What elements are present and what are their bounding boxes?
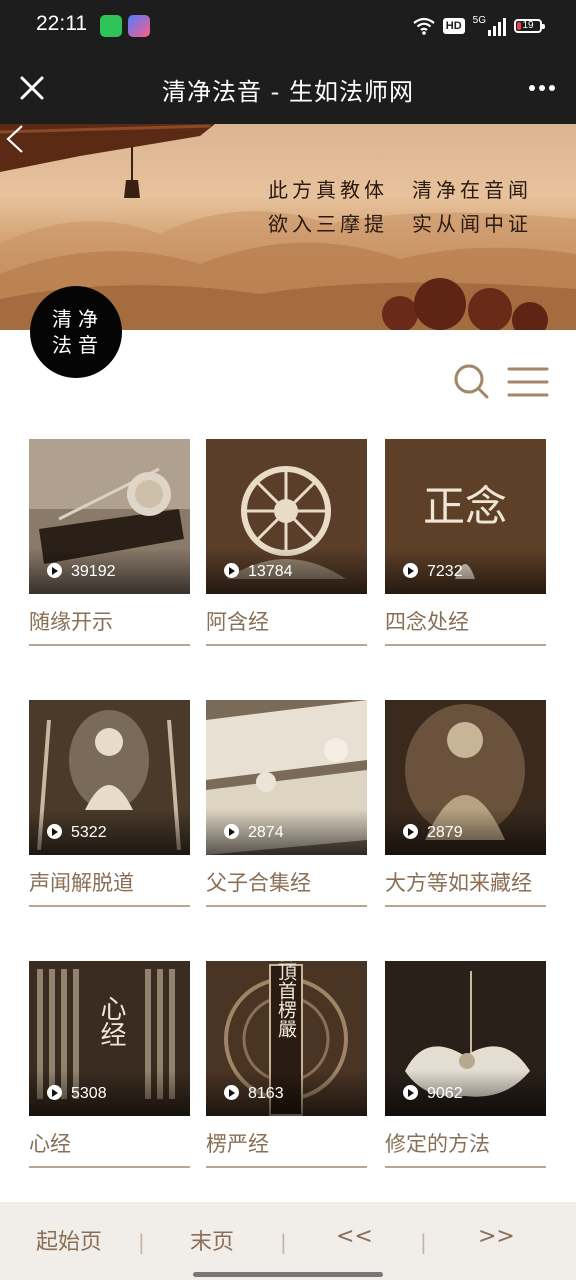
more-icon[interactable] <box>528 84 556 92</box>
item-title[interactable]: 声闻解脱道 <box>29 869 190 907</box>
play-icon <box>224 824 239 839</box>
next-page-button[interactable]: >> <box>478 1224 515 1249</box>
pager-separator: | <box>420 1230 427 1254</box>
thumbnail[interactable]: 正念 7232 <box>385 439 546 594</box>
thumbnail-calligraphy-text: 大佛頂首楞嚴 <box>275 961 297 1038</box>
play-count: 2879 <box>427 824 463 841</box>
thumbnail[interactable]: 心经 5308 <box>29 961 190 1116</box>
list-item[interactable]: 13784 阿含经 <box>206 439 367 646</box>
app-notification-icon-2 <box>128 15 150 37</box>
item-title[interactable]: 楞严经 <box>206 1130 367 1168</box>
banner-verse-line-2: 欲入三摩提 实从闻中证 <box>268 212 532 236</box>
pagination-bar: 起始页 | 末页 | << | >> <box>0 1202 576 1280</box>
pager-separator: | <box>280 1230 287 1254</box>
play-icon <box>403 563 418 578</box>
play-icon <box>47 1085 62 1100</box>
list-item[interactable]: 5322 声闻解脱道 <box>29 700 190 907</box>
list-item[interactable]: 大佛頂首楞嚴 8163 楞严经 <box>206 961 367 1168</box>
play-icon <box>403 1085 418 1100</box>
logo-line-1: 清净 <box>52 307 104 331</box>
battery-icon: 19 <box>514 19 545 33</box>
status-time: 22:11 <box>36 12 87 35</box>
battery-level: 19 <box>522 20 534 31</box>
banner-verse-line-1: 此方真教体 清净在音闻 <box>268 178 532 202</box>
thumbnail[interactable]: 2874 <box>206 700 367 855</box>
thumbnail[interactable]: 5322 <box>29 700 190 855</box>
hd-badge: HD <box>442 18 465 34</box>
list-item[interactable]: 心经 5308 心经 <box>29 961 190 1168</box>
list-item[interactable]: 9062 修定的方法 <box>385 961 546 1168</box>
play-count: 7232 <box>427 563 463 580</box>
pager-separator: | <box>138 1230 145 1254</box>
first-page-button[interactable]: 起始页 <box>36 1224 102 1256</box>
site-logo[interactable]: 清净 法音 <box>30 286 122 378</box>
play-icon <box>224 1085 239 1100</box>
status-indicators: HD 5G 19 <box>413 14 545 38</box>
nav-bar: 清净法音 - 生如法师网 <box>0 52 576 124</box>
play-count: 2874 <box>248 824 284 841</box>
play-count: 13784 <box>248 563 293 580</box>
home-indicator[interactable] <box>193 1272 383 1277</box>
thumbnail[interactable]: 2879 <box>385 700 546 855</box>
wifi-icon <box>413 17 435 35</box>
play-count: 5322 <box>71 824 107 841</box>
list-item[interactable]: 正念 7232 四念处经 <box>385 439 546 646</box>
play-icon <box>403 824 418 839</box>
app-notification-icon <box>100 15 122 37</box>
thumbnail[interactable]: 39192 <box>29 439 190 594</box>
item-title[interactable]: 大方等如来藏经 <box>385 869 546 907</box>
status-bar: 22:11 HD 5G 19 <box>0 0 576 52</box>
logo-line-2: 法音 <box>52 333 104 357</box>
play-count: 39192 <box>71 563 116 580</box>
previous-page-button[interactable]: << <box>336 1224 373 1249</box>
item-title[interactable]: 心经 <box>29 1130 190 1168</box>
last-page-button[interactable]: 末页 <box>190 1224 234 1256</box>
thumbnail[interactable]: 大佛頂首楞嚴 8163 <box>206 961 367 1116</box>
play-count: 5308 <box>71 1085 107 1102</box>
network-label: 5G <box>472 15 486 26</box>
signal-5g-icon: 5G <box>473 16 506 36</box>
thumbnail-calligraphy-text: 心经 <box>96 995 126 1047</box>
play-icon <box>47 563 62 578</box>
item-title[interactable]: 阿含经 <box>206 608 367 646</box>
list-item[interactable]: 2874 父子合集经 <box>206 700 367 907</box>
thumbnail[interactable]: 13784 <box>206 439 367 594</box>
item-title[interactable]: 随缘开示 <box>29 608 190 646</box>
list-item[interactable]: 39192 随缘开示 <box>29 439 190 646</box>
thumbnail[interactable]: 9062 <box>385 961 546 1116</box>
play-icon <box>224 563 239 578</box>
play-count: 8163 <box>248 1085 284 1102</box>
search-icon[interactable] <box>452 362 490 400</box>
page-title: 清净法音 - 生如法师网 <box>162 78 414 106</box>
item-title[interactable]: 四念处经 <box>385 608 546 646</box>
play-icon <box>47 824 62 839</box>
item-title[interactable]: 父子合集经 <box>206 869 367 907</box>
back-icon[interactable] <box>0 124 30 154</box>
thumbnail-calligraphy-text: 正念 <box>423 482 507 531</box>
list-item[interactable]: 2879 大方等如来藏经 <box>385 700 546 907</box>
item-title[interactable]: 修定的方法 <box>385 1130 546 1168</box>
menu-icon[interactable] <box>507 366 549 398</box>
play-count: 9062 <box>427 1085 463 1102</box>
